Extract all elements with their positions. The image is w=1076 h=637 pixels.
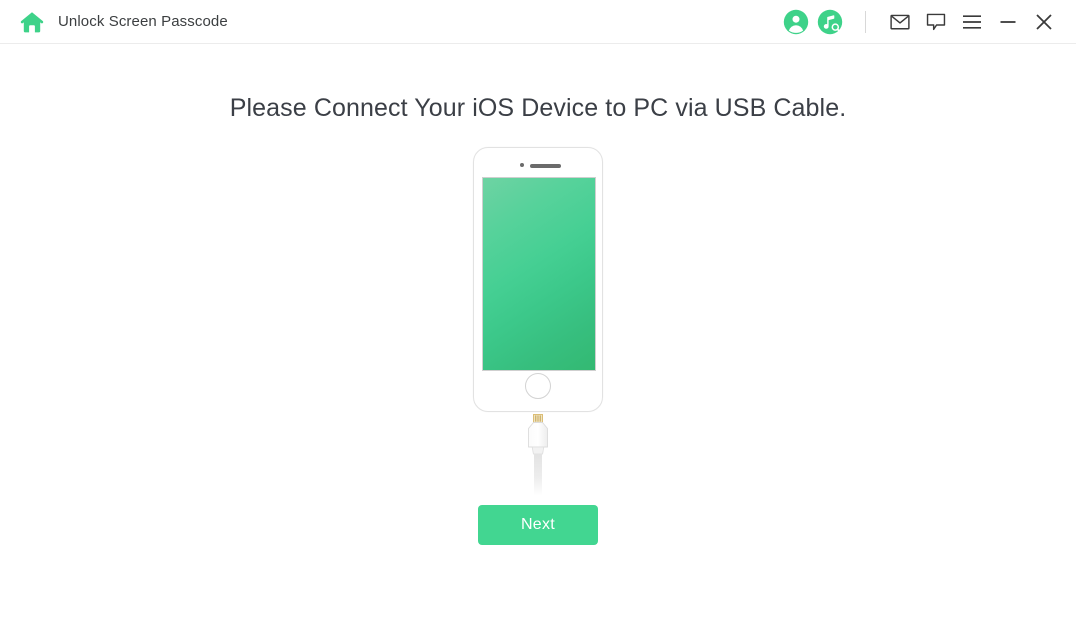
iphone-with-lightning-cable-illustration: [472, 147, 604, 497]
minimize-icon[interactable]: [990, 7, 1026, 37]
earpiece-speaker: [530, 164, 561, 168]
close-icon[interactable]: [1026, 7, 1062, 37]
titlebar-left-group: Unlock Screen Passcode: [0, 11, 228, 33]
iphone-device-graphic: [473, 147, 603, 412]
main-content: Please Connect Your iOS Device to PC via…: [0, 44, 1076, 637]
front-camera-dot: [520, 163, 524, 167]
mail-icon[interactable]: [882, 7, 918, 37]
feedback-chat-icon[interactable]: [918, 7, 954, 37]
titlebar: Unlock Screen Passcode: [0, 0, 1076, 44]
next-button[interactable]: Next: [478, 505, 598, 545]
home-button-circle: [525, 373, 551, 399]
phone-screen: [482, 177, 596, 371]
app-title: Unlock Screen Passcode: [58, 13, 228, 30]
account-circle-icon[interactable]: [783, 9, 809, 35]
page-title: Please Connect Your iOS Device to PC via…: [229, 94, 847, 122]
home-icon[interactable]: [20, 11, 44, 33]
titlebar-divider: [865, 10, 866, 33]
titlebar-right-group: [775, 7, 1076, 37]
lightning-connector-graphic: [524, 414, 552, 496]
hamburger-menu-icon[interactable]: [954, 7, 990, 37]
music-search-circle-icon[interactable]: [817, 9, 843, 35]
